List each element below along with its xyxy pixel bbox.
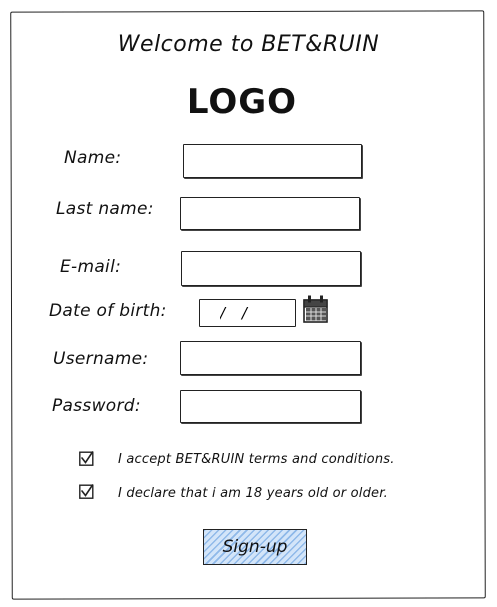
sign-up-button[interactable]: Sign-up — [203, 529, 307, 565]
name-label: Name: — [64, 148, 122, 168]
last-name-field[interactable] — [180, 197, 360, 230]
age-checkbox[interactable] — [79, 484, 94, 499]
logo: LOGO — [186, 82, 298, 122]
password-field[interactable] — [180, 390, 361, 423]
email-label: E-mail: — [60, 257, 122, 277]
age-label: I declare that i am 18 years old or olde… — [118, 486, 388, 501]
last-name-label: Last name: — [56, 199, 154, 219]
calendar-icon[interactable] — [302, 294, 329, 324]
password-label: Password: — [52, 396, 141, 416]
email-field[interactable] — [181, 251, 361, 286]
welcome-title: Welcome to BET&RUIN — [117, 32, 380, 57]
dob-label: Date of birth: — [49, 301, 167, 321]
dob-field[interactable] — [199, 299, 296, 327]
terms-label: I accept BET&RUIN terms and conditions. — [118, 452, 395, 467]
username-field[interactable] — [180, 341, 361, 375]
name-field[interactable] — [183, 144, 362, 178]
username-label: Username: — [53, 349, 149, 369]
terms-checkbox[interactable] — [79, 451, 94, 466]
